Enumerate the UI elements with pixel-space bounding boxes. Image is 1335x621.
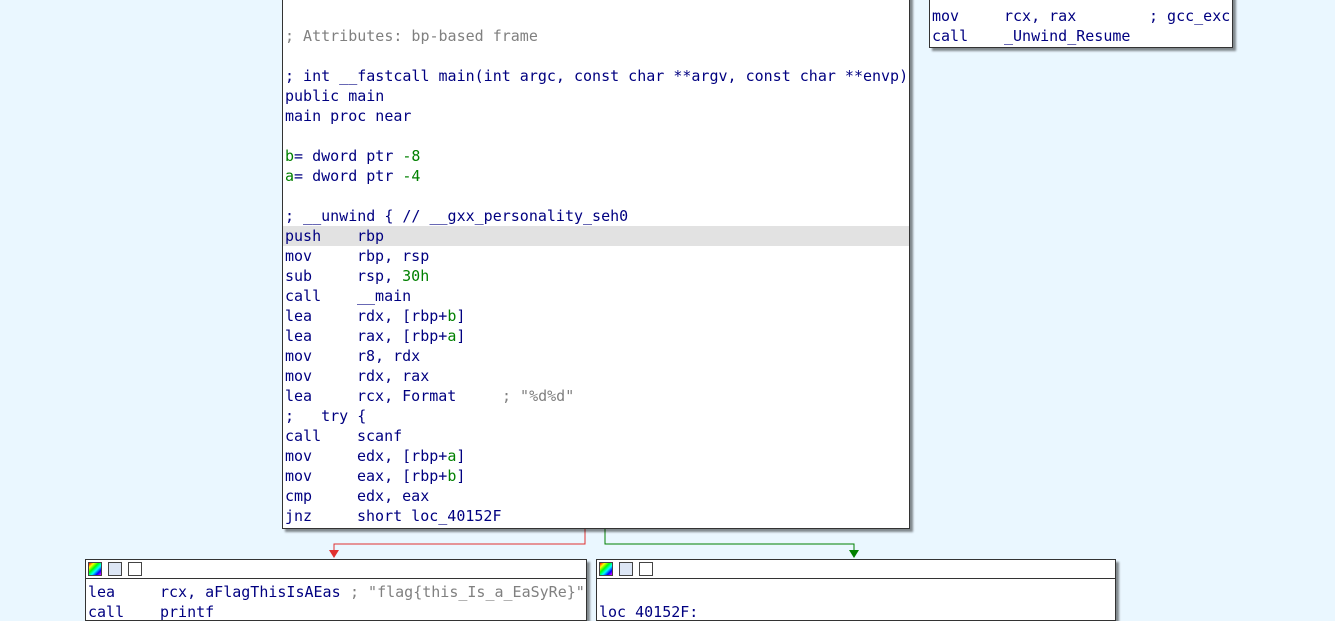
instr-push[interactable]: push rbp bbox=[285, 226, 384, 246]
instr-mov[interactable]: mov edx, [rbp+a] bbox=[285, 446, 465, 466]
graph-icon[interactable] bbox=[639, 562, 653, 576]
instr-mov[interactable]: mov r8, rdx bbox=[285, 346, 420, 366]
instr-call[interactable]: call printf bbox=[88, 602, 214, 620]
flag-print-block[interactable]: lea rcx, aFlagThisIsAEas; "flag{this_Is_a… bbox=[85, 559, 587, 621]
graph-icon[interactable] bbox=[128, 562, 142, 576]
unwind-comment: ; __unwind { // __gxx_personality_seh0 bbox=[285, 207, 629, 225]
loc-label[interactable]: loc_40152F: bbox=[599, 602, 698, 620]
block-titlebar bbox=[597, 560, 1115, 579]
instr-lea[interactable]: lea rcx, Format; "%d%d" bbox=[285, 386, 574, 406]
instr-call[interactable]: call __main bbox=[285, 286, 411, 306]
false-branch-edge bbox=[333, 528, 586, 552]
edit-icon[interactable] bbox=[619, 562, 633, 576]
true-branch-arrow bbox=[849, 550, 859, 558]
public-directive[interactable]: public main bbox=[285, 86, 384, 106]
proc-directive[interactable]: main proc near bbox=[285, 106, 411, 126]
instr-lea[interactable]: lea rax, [rbp+a] bbox=[285, 326, 465, 346]
loc-40152f-block[interactable]: loc_40152F: bbox=[596, 559, 1116, 621]
instr-cmp[interactable]: cmp edx, eax bbox=[285, 486, 429, 506]
instr-mov[interactable]: mov rdx, rax bbox=[285, 366, 429, 386]
code-line[interactable]: call _Unwind_Resume bbox=[932, 26, 1130, 46]
true-branch-edge bbox=[604, 528, 855, 552]
var-a-def[interactable]: a= dword ptr -4 bbox=[285, 166, 420, 186]
right-code-block[interactable]: mov rcx, rax; gcc_exc call _Unwind_Resume bbox=[929, 0, 1233, 48]
color-palette-icon[interactable] bbox=[599, 562, 613, 576]
signature-comment: ; int __fastcall main(int argc, const ch… bbox=[285, 67, 909, 85]
instr-lea[interactable]: lea rdx, [rbp+b] bbox=[285, 306, 465, 326]
var-b-def[interactable]: b= dword ptr -8 bbox=[285, 146, 420, 166]
instr-jnz[interactable]: jnz short loc_40152F bbox=[285, 506, 502, 526]
instr-lea[interactable]: lea rcx, aFlagThisIsAEas; "flag{this_Is_a… bbox=[88, 582, 585, 602]
edit-icon[interactable] bbox=[108, 562, 122, 576]
instr-sub[interactable]: sub rsp, 30h bbox=[285, 266, 429, 286]
color-palette-icon[interactable] bbox=[88, 562, 102, 576]
instr-mov[interactable]: mov rbp, rsp bbox=[285, 246, 429, 266]
block-titlebar bbox=[86, 560, 586, 579]
instr-mov[interactable]: mov eax, [rbp+b] bbox=[285, 466, 465, 486]
attributes-comment: ; Attributes: bp-based frame bbox=[285, 27, 538, 45]
try-comment: ; try { bbox=[285, 407, 367, 425]
main-function-block[interactable]: ; Attributes: bp-based frame ; int __fas… bbox=[282, 0, 910, 529]
false-branch-arrow bbox=[329, 550, 339, 558]
code-line[interactable]: mov rcx, rax; gcc_exc bbox=[932, 6, 1230, 26]
instr-call[interactable]: call scanf bbox=[285, 426, 402, 446]
